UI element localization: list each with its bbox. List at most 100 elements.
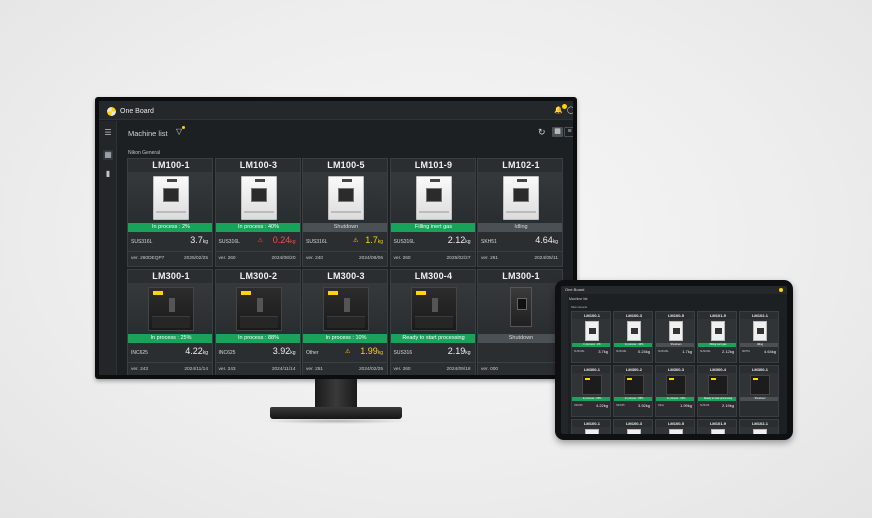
- printer-label: [153, 291, 163, 295]
- tablet-machine-card[interactable]: LM300-3 In process : 10% Other 1.99kg: [655, 365, 695, 417]
- list-view-icon[interactable]: ≡: [564, 127, 573, 137]
- printer-top: [517, 179, 527, 182]
- app-brand[interactable]: One Board: [107, 105, 154, 117]
- tablet-machine-name: LM100-3: [625, 421, 642, 426]
- machine-card[interactable]: LM300-4 Ready to start processing SUS316 2.…: [389, 269, 476, 375]
- tablet-machine-card[interactable]: LM102-1 Idling SKH51 4.64kg: [739, 311, 779, 363]
- machine-card[interactable]: LM100-5 Shutdown SUS316L ⚠ 1.7kg ver. 240 2024…: [302, 158, 388, 267]
- printer-illustration: [510, 287, 532, 327]
- weight-unit: kg: [290, 239, 296, 245]
- printer-window: [250, 188, 267, 202]
- machine-name: LM102-1: [502, 160, 540, 170]
- bell-icon[interactable]: 🔔: [554, 106, 563, 115]
- tablet-status-bar: In process : 25%: [572, 397, 610, 401]
- powder-weight: 4.64kg: [535, 235, 558, 245]
- date-label: 2024/09/18: [446, 367, 471, 372]
- weight-unit: kg: [202, 239, 208, 245]
- printer-illustration: [153, 176, 189, 220]
- tablet-status-bar: Shutdown: [740, 397, 778, 401]
- tablet-machine-name: LM102-1: [751, 421, 768, 426]
- tablet-notification-badge: [779, 288, 783, 292]
- tablet-machine-card[interactable]: LM100-5: [655, 419, 695, 434]
- refresh-icon[interactable]: ↻: [538, 127, 546, 138]
- printer-window: [517, 298, 527, 310]
- tablet-machine-image: [698, 319, 736, 343]
- tablet-material-label: SUS316L: [574, 350, 585, 353]
- machine-card[interactable]: LM101-9 Filling inert gas SUS316L 2.12kg ver…: [389, 158, 476, 267]
- machine-card[interactable]: LM100-3 In process : 40% SUS316L ⚠ 0.24kg ver…: [214, 158, 301, 267]
- machine-name: LM300-1: [502, 271, 540, 281]
- tablet-machine-card[interactable]: LM102-1: [739, 419, 779, 434]
- tablet-machine-card[interactable]: LM300-2 In process : 88% INC625 3.92kg: [613, 365, 653, 417]
- machine-name: LM101-9: [414, 160, 453, 170]
- tablet-sidebar: [561, 294, 568, 434]
- machine-card[interactable]: LM300-1 Shutdown ver. 000: [477, 269, 563, 375]
- tablet-machine-image: [614, 427, 652, 434]
- powder-weight: 3.92kg: [272, 346, 296, 356]
- machine-card[interactable]: LM102-1 Idling SKH51 4.64kg ver. 261 2024/05/…: [477, 158, 563, 267]
- tablet-printer-illustration: [585, 321, 599, 341]
- tablet-machine-card[interactable]: LM100-5 Shutdown SUS316L 1.7kg: [655, 311, 695, 363]
- tablet-material-label: SKH51: [742, 350, 750, 353]
- printer-illustration: [328, 176, 364, 220]
- printer-base: [331, 211, 361, 213]
- menu-icon[interactable]: ☰: [103, 128, 113, 138]
- machine-card[interactable]: LM300-1 In process : 25% INC625 4.22kg ver. …: [127, 269, 213, 375]
- machine-icon[interactable]: ▦: [103, 150, 113, 160]
- machine-name: LM300-3: [327, 271, 365, 281]
- tablet-machine-card[interactable]: LM100-3 In process : 40% SUS316L 0.24kg: [613, 311, 653, 363]
- tablet-machine-name: LM101-9: [709, 421, 726, 426]
- tablet-machine-name: LM300-3: [667, 367, 684, 372]
- printer-top: [254, 179, 265, 182]
- chart-icon[interactable]: ▮: [103, 169, 113, 179]
- tablet-machine-card[interactable]: LM300-4 Ready to start processing SUS316 2.…: [697, 365, 737, 417]
- machine-name: LM300-4: [414, 271, 453, 281]
- tablet-machine-name: LM300-4: [709, 367, 726, 372]
- status-bar: In process : 10%: [303, 334, 387, 343]
- tablet-machine-card[interactable]: LM101-9: [697, 419, 737, 434]
- tablet-powder-weight: 4.64kg: [763, 349, 776, 354]
- tablet-machine-card[interactable]: LM101-9 Filling inert gas SUS316L 2.12kg: [697, 311, 737, 363]
- tablet-machine-card[interactable]: LM100-1: [571, 419, 611, 434]
- tablet-machine-card[interactable]: LM300-1 In process : 25% INC625 4.22kg: [571, 365, 611, 417]
- machine-card[interactable]: LM300-2 In process : 88% INC625 3.92kg ver. …: [214, 269, 301, 375]
- version-label: ver. 240: [306, 256, 324, 261]
- group-label: Nikon General: [128, 150, 160, 156]
- tablet-machine-image: [740, 427, 778, 434]
- printer-label: [415, 291, 426, 295]
- status-bar: Filling inert gas: [390, 223, 475, 232]
- app-logo-icon: [107, 106, 116, 116]
- material-label: Other: [306, 350, 319, 356]
- tablet-machine-name: LM100-5: [667, 313, 684, 318]
- printer-window: [425, 188, 442, 202]
- sidebar: ☰ ▦ ▮: [99, 121, 117, 375]
- powder-weight: 0.24kg: [272, 235, 296, 245]
- printer-illustration: [235, 287, 282, 331]
- printer-base: [506, 211, 536, 213]
- material-label: INC625: [218, 350, 236, 356]
- card-divider: [303, 251, 387, 252]
- printer-panel: [169, 298, 175, 312]
- machine-name: LM100-5: [327, 160, 365, 170]
- date-label: 2024/08/06: [358, 256, 383, 261]
- tablet-app-name: One Board: [565, 287, 585, 292]
- filter-icon[interactable]: ▽: [176, 127, 182, 136]
- user-icon[interactable]: ◯: [567, 106, 573, 115]
- version-label: ver. 260: [218, 256, 236, 261]
- tablet-machine-card[interactable]: LM300-1 Shutdown: [739, 365, 779, 417]
- tablet-material-label: INC625: [574, 404, 583, 407]
- status-bar: Shutdown: [478, 334, 562, 343]
- tablet-machine-card[interactable]: LM100-1 In process : 2% SUS316L 3.7kg: [571, 311, 611, 363]
- date-label: 2025/02/27: [446, 256, 471, 261]
- material-label: SUS316: [393, 350, 413, 356]
- tablet-status-bar: In process : 88%: [614, 397, 652, 401]
- tablet-machine-card[interactable]: LM100-3: [613, 419, 653, 434]
- machine-card[interactable]: LM100-1 In process : 2% SUS316L 3.7kg ver. 2…: [127, 158, 213, 267]
- tablet-printer-illustration: [669, 429, 683, 434]
- warning-icon: ⚠: [257, 238, 263, 244]
- tablet-machine-image: [572, 373, 610, 397]
- grid-view-icon[interactable]: ▦: [552, 127, 563, 137]
- tablet-printer-illustration: [708, 375, 728, 395]
- version-label: ver. 260: [393, 256, 411, 261]
- machine-card[interactable]: LM300-3 In process : 10% Other ⚠ 1.99kg ver. …: [302, 269, 388, 375]
